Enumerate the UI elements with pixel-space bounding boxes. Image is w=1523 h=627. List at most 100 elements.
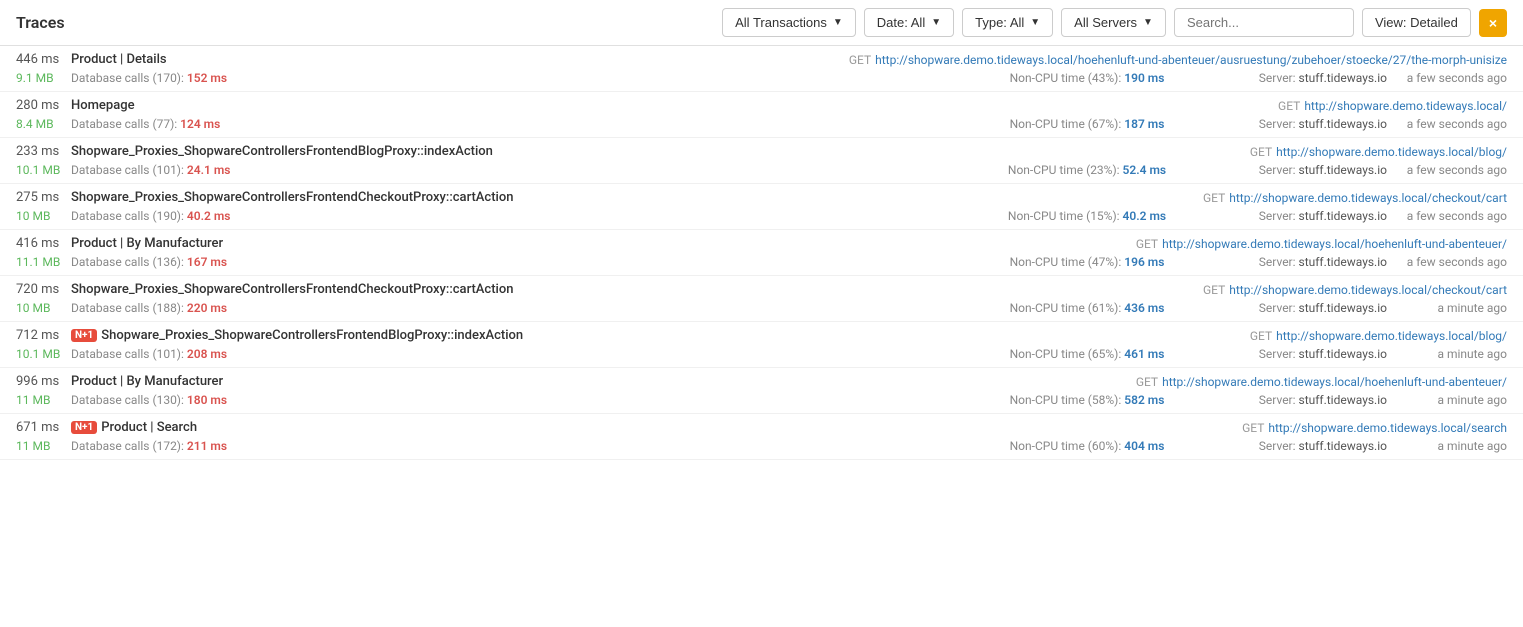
trace-noncpu: Non-CPU time (23%): 52.4 ms	[987, 163, 1187, 177]
trace-url-link[interactable]: http://shopware.demo.tideways.local/	[1304, 99, 1507, 113]
http-method: GET	[1250, 145, 1272, 159]
trace-detail-row: 8.4 MBDatabase calls (77): 124 msNon-CPU…	[0, 115, 1523, 137]
traces-list: 446 msProduct | DetailsGEThttp://shopwar…	[0, 46, 1523, 460]
trace-db: Database calls (190): 40.2 ms	[71, 209, 987, 223]
trace-server: Server: stuff.tideways.io	[1187, 255, 1387, 269]
trace-detail-row: 11 MBDatabase calls (172): 211 msNon-CPU…	[0, 437, 1523, 459]
search-input[interactable]	[1174, 8, 1354, 37]
trace-main-row[interactable]: 280 msHomepageGEThttp://shopware.demo.ti…	[0, 92, 1523, 115]
trace-memory: 11 MB	[16, 439, 71, 453]
trace-name: Product | Details	[71, 52, 849, 67]
trace-url: GEThttp://shopware.demo.tideways.local/c…	[1203, 191, 1507, 205]
trace-main-row[interactable]: 275 msShopware_Proxies_ShopwareControlle…	[0, 184, 1523, 207]
chevron-down-icon: ▼	[1030, 17, 1040, 28]
trace-main-row[interactable]: 233 msShopware_Proxies_ShopwareControlle…	[0, 138, 1523, 161]
trace-detail-row: 10 MBDatabase calls (188): 220 msNon-CPU…	[0, 299, 1523, 321]
type-filter[interactable]: Type: All ▼	[962, 8, 1053, 37]
trace-main-row[interactable]: 416 msProduct | By ManufacturerGEThttp:/…	[0, 230, 1523, 253]
db-time: 180 ms	[187, 393, 227, 407]
trace-name: N+1Shopware_Proxies_ShopwareControllersF…	[71, 328, 1250, 343]
trace-memory: 11 MB	[16, 393, 71, 407]
trace-url-link[interactable]: http://shopware.demo.tideways.local/blog…	[1276, 145, 1507, 159]
noncpu-time: 52.4 ms	[1123, 163, 1167, 177]
trace-detail-row: 10.1 MBDatabase calls (101): 24.1 msNon-…	[0, 161, 1523, 183]
trace-ago: a minute ago	[1387, 301, 1507, 315]
trace-url-link[interactable]: http://shopware.demo.tideways.local/hoeh…	[875, 53, 1507, 67]
trace-noncpu: Non-CPU time (43%): 190 ms	[987, 71, 1187, 85]
trace-main-row[interactable]: 446 msProduct | DetailsGEThttp://shopwar…	[0, 46, 1523, 69]
trace-server: Server: stuff.tideways.io	[1187, 71, 1387, 85]
close-button[interactable]: ×	[1479, 9, 1507, 37]
noncpu-time: 436 ms	[1124, 301, 1164, 315]
trace-main-row[interactable]: 996 msProduct | By ManufacturerGEThttp:/…	[0, 368, 1523, 391]
noncpu-time: 461 ms	[1124, 347, 1164, 361]
trace-url: GEThttp://shopware.demo.tideways.local/	[1278, 99, 1507, 113]
trace-url-link[interactable]: http://shopware.demo.tideways.local/chec…	[1229, 191, 1507, 205]
trace-db: Database calls (77): 124 ms	[71, 117, 987, 131]
trace-url-link[interactable]: http://shopware.demo.tideways.local/chec…	[1229, 283, 1507, 297]
trace-duration: 671 ms	[16, 420, 71, 435]
server-name: stuff.tideways.io	[1299, 71, 1387, 85]
http-method: GET	[1136, 237, 1158, 251]
n1-badge: N+1	[71, 421, 97, 434]
trace-group: 233 msShopware_Proxies_ShopwareControlle…	[0, 138, 1523, 184]
server-name: stuff.tideways.io	[1299, 301, 1387, 315]
date-filter[interactable]: Date: All ▼	[864, 8, 954, 37]
trace-ago: a minute ago	[1387, 347, 1507, 361]
chevron-down-icon: ▼	[931, 17, 941, 28]
trace-url: GEThttp://shopware.demo.tideways.local/h…	[849, 53, 1507, 67]
trace-main-row[interactable]: 671 msN+1Product | SearchGEThttp://shopw…	[0, 414, 1523, 437]
server-name: stuff.tideways.io	[1299, 439, 1387, 453]
trace-url: GEThttp://shopware.demo.tideways.local/c…	[1203, 283, 1507, 297]
trace-group: 671 msN+1Product | SearchGEThttp://shopw…	[0, 414, 1523, 460]
trace-group: 996 msProduct | By ManufacturerGEThttp:/…	[0, 368, 1523, 414]
trace-noncpu: Non-CPU time (67%): 187 ms	[987, 117, 1187, 131]
transactions-filter[interactable]: All Transactions ▼	[722, 8, 856, 37]
trace-name: Product | By Manufacturer	[71, 236, 1136, 251]
trace-group: 446 msProduct | DetailsGEThttp://shopwar…	[0, 46, 1523, 92]
trace-db: Database calls (136): 167 ms	[71, 255, 987, 269]
trace-ago: a few seconds ago	[1387, 71, 1507, 85]
http-method: GET	[1136, 375, 1158, 389]
trace-url-link[interactable]: http://shopware.demo.tideways.local/sear…	[1268, 421, 1507, 435]
trace-duration: 233 ms	[16, 144, 71, 159]
view-button[interactable]: View: Detailed	[1362, 8, 1471, 37]
trace-memory: 8.4 MB	[16, 117, 71, 131]
trace-url-link[interactable]: http://shopware.demo.tideways.local/blog…	[1276, 329, 1507, 343]
db-time: 40.2 ms	[187, 209, 231, 223]
trace-server: Server: stuff.tideways.io	[1187, 301, 1387, 315]
trace-db: Database calls (130): 180 ms	[71, 393, 987, 407]
trace-duration: 720 ms	[16, 282, 71, 297]
trace-ago: a few seconds ago	[1387, 117, 1507, 131]
server-name: stuff.tideways.io	[1299, 163, 1387, 177]
page-title: Traces	[16, 13, 65, 32]
trace-memory: 10 MB	[16, 301, 71, 315]
servers-filter[interactable]: All Servers ▼	[1061, 8, 1166, 37]
trace-memory: 11.1 MB	[16, 255, 71, 269]
noncpu-time: 582 ms	[1124, 393, 1164, 407]
trace-noncpu: Non-CPU time (60%): 404 ms	[987, 439, 1187, 453]
trace-duration: 996 ms	[16, 374, 71, 389]
trace-ago: a minute ago	[1387, 439, 1507, 453]
trace-main-row[interactable]: 712 msN+1Shopware_Proxies_ShopwareContro…	[0, 322, 1523, 345]
trace-url: GEThttp://shopware.demo.tideways.local/s…	[1242, 421, 1507, 435]
trace-group: 275 msShopware_Proxies_ShopwareControlle…	[0, 184, 1523, 230]
trace-url-link[interactable]: http://shopware.demo.tideways.local/hoeh…	[1162, 237, 1507, 251]
db-time: 220 ms	[187, 301, 227, 315]
trace-name: Shopware_Proxies_ShopwareControllersFron…	[71, 144, 1250, 159]
trace-detail-row: 10 MBDatabase calls (190): 40.2 msNon-CP…	[0, 207, 1523, 229]
trace-duration: 446 ms	[16, 52, 71, 67]
trace-noncpu: Non-CPU time (58%): 582 ms	[987, 393, 1187, 407]
trace-db: Database calls (188): 220 ms	[71, 301, 987, 315]
trace-duration: 280 ms	[16, 98, 71, 113]
noncpu-time: 187 ms	[1124, 117, 1164, 131]
chevron-down-icon: ▼	[833, 17, 843, 28]
trace-detail-row: 11 MBDatabase calls (130): 180 msNon-CPU…	[0, 391, 1523, 413]
trace-main-row[interactable]: 720 msShopware_Proxies_ShopwareControlle…	[0, 276, 1523, 299]
http-method: GET	[1250, 329, 1272, 343]
noncpu-time: 40.2 ms	[1123, 209, 1167, 223]
trace-group: 280 msHomepageGEThttp://shopware.demo.ti…	[0, 92, 1523, 138]
trace-name: Shopware_Proxies_ShopwareControllersFron…	[71, 190, 1203, 205]
trace-url-link[interactable]: http://shopware.demo.tideways.local/hoeh…	[1162, 375, 1507, 389]
trace-detail-row: 11.1 MBDatabase calls (136): 167 msNon-C…	[0, 253, 1523, 275]
